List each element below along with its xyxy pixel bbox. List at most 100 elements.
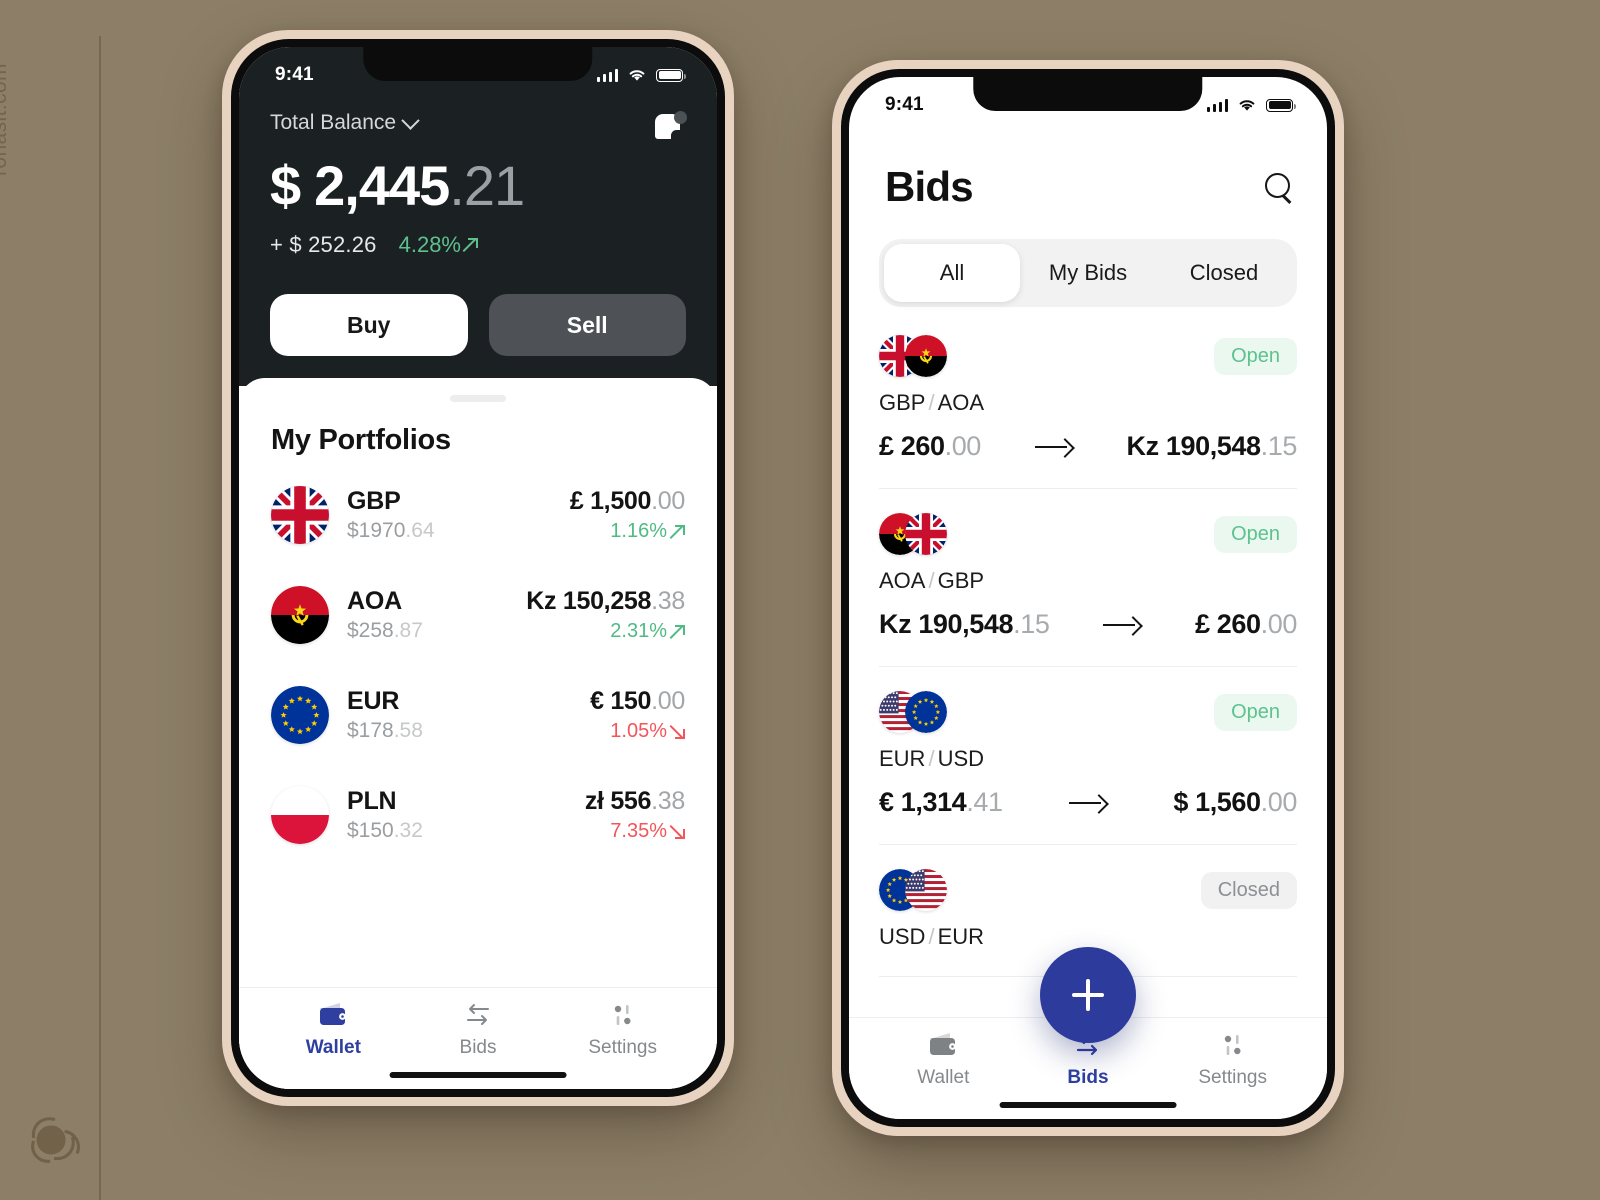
flag-gb-icon [905,513,947,555]
portfolio-change: 1.05% [590,720,685,743]
cellular-signal-icon [596,68,618,82]
bid-to-cents: .15 [1260,431,1298,461]
portfolio-amount: £ 1,500.00 [570,487,685,516]
status-bar: 9:41 [849,77,1327,123]
bid-to-code: GBP [937,568,985,593]
portfolio-amount: Kz 150,258.38 [526,587,685,616]
flag-gb-icon [271,486,329,544]
decorative-rail-line [99,36,101,1200]
balance-currency-symbol: $ [270,154,301,217]
portfolio-change: 7.35% [585,820,685,843]
trend-up-icon [671,624,685,639]
portfolio-row[interactable]: PLN $150.32 zł 556.38 7.35% [271,765,685,865]
portfolio-usd-main: $1970 [347,519,406,542]
bid-to-code: AOA [937,390,985,415]
flag-pl-icon [271,786,329,844]
flag-ao-icon [905,335,947,377]
status-badge: Open [1214,515,1297,553]
page-title: Bids [885,163,974,210]
phone-bezel: 9:41 Bids All My Bids Closed Open GBP / AOA £ … [841,69,1335,1127]
segmented-control: All My Bids Closed [879,239,1297,307]
sheet-grab-handle[interactable] [450,395,506,402]
portfolio-amount: € 150.00 [590,687,685,716]
arrow-right-icon [1069,794,1107,812]
phone-bezel: 9:41 Total Balance $ 2,445 .21 + $ 252.2… [231,39,725,1097]
balance-delta: + $ 252.26 [270,232,377,257]
bid-to-amount: $ 1,560.00 [1173,787,1297,818]
balance-amount-main: 2,445 [314,154,450,217]
flag-eu-icon [905,691,947,733]
bid-from-main: 260 [900,431,945,461]
page-title: My Portfolios [271,424,451,456]
tab-wallet-label: Wallet [305,1037,361,1058]
tab-settings[interactable]: Settings [1160,1032,1305,1089]
tab-bids[interactable]: Bids [406,1002,551,1059]
tab-settings-label: Settings [588,1037,657,1058]
cards-notification-icon[interactable] [655,111,687,143]
bid-to-amount: £ 260.00 [1195,609,1297,640]
bid-pair-label: AOA / GBP [879,568,985,593]
tab-wallet-label: Wallet [917,1067,970,1088]
portfolio-usd-cents: .58 [393,719,423,742]
bid-to-main: 190,548 [1165,431,1261,461]
portfolio-usd-value: $258.87 [347,619,508,643]
battery-icon [656,68,686,82]
search-icon[interactable] [1263,172,1293,202]
bid-to-symbol: $ [1173,787,1188,817]
tab-wallet[interactable]: Wallet [261,1002,406,1059]
status-badge: Open [1214,337,1297,375]
portfolios-sheet: My Portfolios GBP $1970.64 £ 1,500.00 1.16%… [239,378,717,1089]
bid-from-code: GBP [879,390,926,415]
portfolio-amount: zł 556.38 [585,787,685,816]
portfolio-change: 1.16% [570,520,685,543]
portfolio-change-value: 2.31% [610,620,667,642]
portfolio-amount-main: 556 [610,787,652,815]
chevron-down-icon [401,110,420,130]
sliders-icon [1218,1032,1248,1058]
portfolio-change-value: 1.05% [610,720,667,742]
portfolio-currency-code: PLN [347,787,397,815]
flag-us-icon [905,869,947,911]
tab-wallet[interactable]: Wallet [871,1032,1016,1089]
portfolio-row[interactable]: EUR $178.58 € 150.00 1.05% [271,665,685,765]
bid-from-amount: £ 260.00 [879,431,981,462]
bid-from-symbol: € [879,787,894,817]
bid-from-code: USD [879,924,926,949]
portfolio-row[interactable]: AOA $258.87 Kz 150,258.38 2.31% [271,565,685,665]
portfolio-amount-symbol: Kz [526,587,557,615]
bid-row[interactable]: Open GBP / AOA £ 260.00 Kz 190,548.15 [879,307,1297,489]
sliders-icon [608,1002,638,1028]
bid-from-main: 190,548 [918,609,1014,639]
bid-from-main: 1,314 [900,787,967,817]
home-indicator [389,1072,567,1078]
trend-down-icon [671,825,685,839]
bid-from-symbol: Kz [879,609,912,639]
segment-all[interactable]: All [884,244,1020,302]
bid-row[interactable]: Open AOA / GBP Kz 190,548.15 £ 260.00 [879,489,1297,667]
bid-from-amount: € 1,314.41 [879,787,1003,818]
portfolio-amount-main: 150 [610,687,652,715]
currency-pair-flags [879,513,947,555]
status-bar: 9:41 [239,47,717,93]
balance-header: 9:41 Total Balance $ 2,445 .21 + $ 252.2… [239,47,717,386]
sell-button[interactable]: Sell [488,294,686,356]
portfolio-row[interactable]: GBP $1970.64 £ 1,500.00 1.16% [271,465,685,565]
bid-from-cents: .00 [944,431,982,461]
buy-button[interactable]: Buy [270,294,468,356]
bid-from-code: EUR [879,746,926,771]
tab-settings[interactable]: Settings [550,1002,695,1059]
wifi-icon [629,70,645,81]
portfolio-list: GBP $1970.64 £ 1,500.00 1.16% AOA $258.87 Kz 1… [239,457,717,865]
total-balance-selector[interactable]: Total Balance [270,110,420,135]
add-bid-button[interactable] [1040,947,1136,1043]
wallet-icon [318,1002,348,1028]
arrow-right-icon [1103,616,1141,634]
tab-settings-label: Settings [1198,1067,1267,1088]
bid-row[interactable]: Open EUR / USD € 1,314.41 $ 1,560.00 [879,667,1297,845]
segment-closed[interactable]: Closed [1156,244,1292,302]
phone-device-wallet: 9:41 Total Balance $ 2,445 .21 + $ 252.2… [222,30,734,1106]
segment-my-bids[interactable]: My Bids [1020,244,1156,302]
balance-amount-cents: .21 [449,154,525,217]
portfolio-usd-cents: .64 [405,519,435,542]
bid-to-symbol: Kz [1126,431,1160,461]
